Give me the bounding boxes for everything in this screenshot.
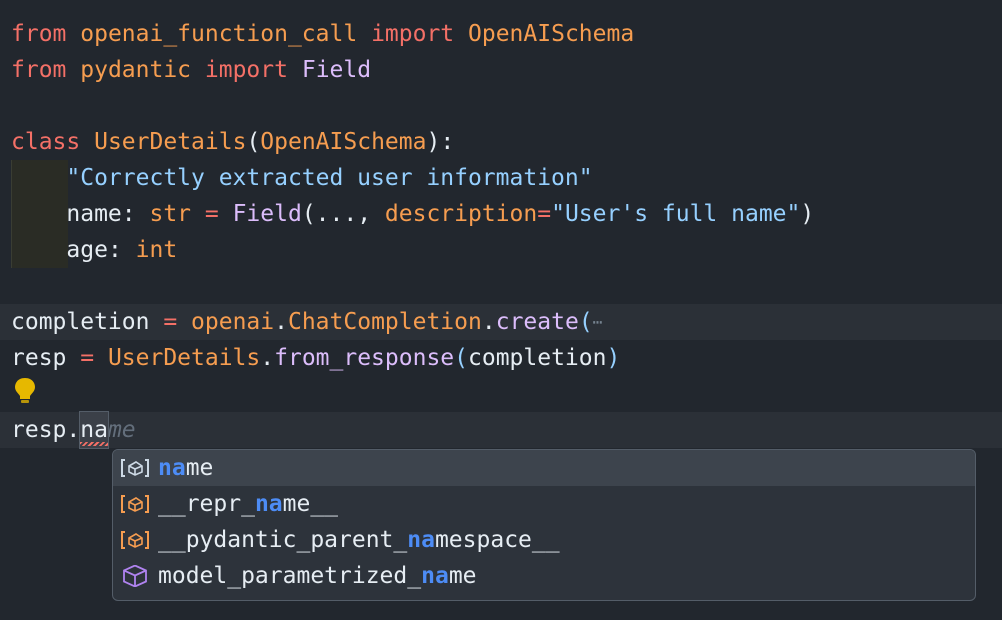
punctuation: )	[606, 345, 621, 371]
label-part: me	[185, 455, 214, 481]
suggestion-item[interactable]: __pydantic_parent_namespace__	[113, 522, 975, 558]
field-name: name	[66, 201, 122, 227]
cube-icon	[123, 565, 147, 587]
code-line-5[interactable]: name: str = Field(..., description="User…	[0, 196, 1002, 232]
code-line-6[interactable]: age: int	[0, 232, 1002, 268]
punctuation: (	[246, 129, 261, 155]
label-match: na	[254, 491, 283, 517]
field-icon	[121, 459, 149, 477]
ghost-completion: me	[107, 417, 136, 443]
string-literal: "User's full name"	[551, 201, 801, 227]
module-name: pydantic	[80, 57, 192, 83]
code-line-8[interactable]: resp = UserDetails.from_response(complet…	[0, 340, 1002, 376]
operator: =	[149, 309, 192, 335]
import-name: OpenAISchema	[468, 21, 635, 47]
keyword: import	[371, 21, 455, 47]
function-call: Field	[232, 201, 302, 227]
autocomplete-popup[interactable]: name __repr_name__ __pydantic_parent_nam…	[112, 449, 976, 601]
code-line-1[interactable]: from openai_function_call import OpenAIS…	[0, 16, 1002, 52]
label-part: me	[448, 563, 477, 589]
punctuation: (	[454, 345, 468, 371]
field-name: age	[66, 237, 108, 263]
class-name: ChatCompletion	[287, 309, 482, 335]
label-match: na	[158, 455, 186, 481]
import-name: Field	[301, 57, 372, 83]
lightbulb-icon[interactable]	[12, 376, 38, 406]
suggestion-item[interactable]: __repr_name__	[113, 486, 975, 522]
keyword: import	[204, 57, 288, 83]
base-class: OpenAISchema	[260, 129, 427, 155]
suggestion-label: __pydantic_parent_namespace__	[158, 522, 560, 558]
type-name: str	[149, 201, 192, 227]
field-icon	[121, 531, 149, 549]
type-name: int	[135, 237, 178, 263]
code-line-4[interactable]: "Correctly extracted user information"	[0, 160, 1002, 196]
label-part: me__	[282, 491, 339, 517]
punctuation: .	[481, 309, 496, 335]
code-line-9[interactable]: resp.na me	[0, 411, 1002, 449]
punctuation: .	[274, 309, 288, 335]
typed-text[interactable]: na	[79, 411, 109, 449]
label-part: mespace__	[434, 527, 560, 553]
operator: =	[66, 345, 108, 371]
punctuation: :	[107, 237, 136, 263]
operator: =	[537, 201, 552, 227]
punctuation: :	[121, 201, 150, 227]
punctuation: )	[800, 201, 815, 227]
punctuation: (	[578, 309, 593, 335]
error-squiggle	[80, 442, 108, 446]
suggestion-item[interactable]: name	[113, 450, 975, 486]
keyword: from	[11, 57, 67, 83]
method-call: from_response	[274, 345, 455, 371]
label-part: __repr_	[158, 491, 255, 517]
variable: resp	[11, 345, 67, 371]
object-ref: resp.	[11, 417, 81, 443]
punctuation: (...,	[301, 201, 385, 227]
operator: =	[191, 201, 233, 227]
punctuation: .	[260, 345, 275, 371]
keyword: from	[11, 21, 67, 47]
variable: completion	[11, 309, 150, 335]
module-name: openai	[191, 309, 275, 335]
code-line-3[interactable]: class UserDetails(OpenAISchema):	[0, 124, 1002, 160]
code-line-7[interactable]: completion = openai.ChatCompletion.creat…	[0, 304, 1002, 340]
suggestion-label: name	[158, 450, 213, 486]
fold-ellipsis-icon[interactable]: ⋯	[593, 313, 603, 332]
keyword-arg: description	[384, 201, 538, 227]
module-name: openai_function_call	[80, 21, 358, 47]
punctuation: ):	[426, 129, 455, 155]
keyword: class	[11, 129, 81, 155]
label-part: model_parametrized_	[158, 563, 422, 589]
field-icon	[121, 495, 149, 513]
suggestion-item[interactable]: model_parametrized_name	[113, 558, 975, 594]
suggestion-label: model_parametrized_name	[158, 558, 477, 594]
code-line-2[interactable]: from pydantic import Field	[0, 52, 1002, 88]
argument: completion	[468, 345, 607, 371]
label-match: na	[407, 527, 435, 553]
suggestion-label: __repr_name__	[158, 486, 338, 522]
method-call: create	[495, 309, 579, 335]
class-name: UserDetails	[107, 345, 261, 371]
docstring: "Correctly extracted user information"	[66, 165, 593, 191]
label-part: __pydantic_parent_	[158, 527, 408, 553]
class-name: UserDetails	[94, 129, 247, 155]
label-match: na	[421, 563, 449, 589]
typed-chars: na	[80, 417, 108, 443]
